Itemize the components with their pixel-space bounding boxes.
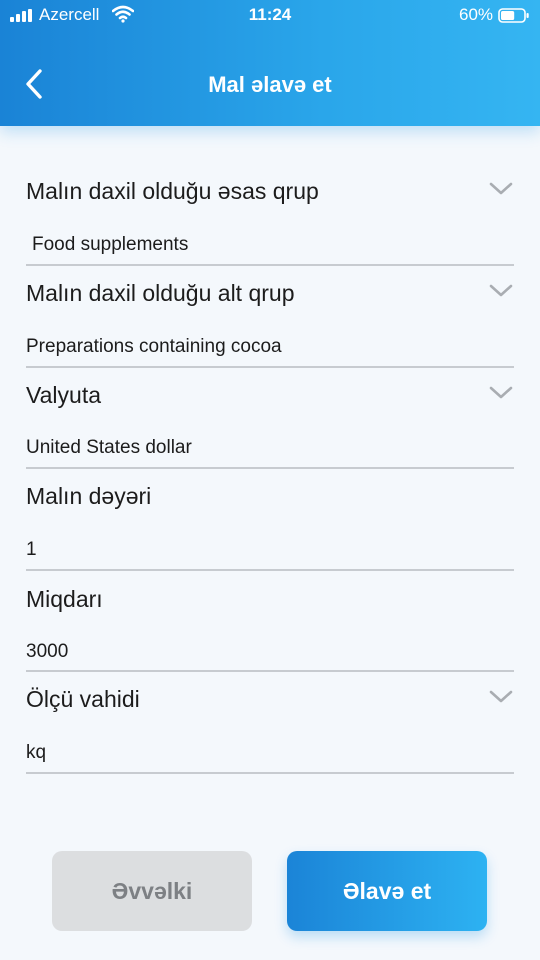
- battery-percentage: 60%: [459, 5, 494, 24]
- quantity-value[interactable]: 3000: [26, 641, 68, 663]
- sub-group-label: Malın daxil olduğu alt qrup: [26, 280, 295, 306]
- main-group-label: Malın daxil olduğu əsas qrup: [26, 178, 319, 204]
- app-header: Azercell 11:24 60% Mal əlavə et: [0, 0, 540, 126]
- price-value[interactable]: 1: [26, 539, 37, 561]
- signal-icon: [10, 9, 32, 22]
- main-group-value: Food supplements: [32, 234, 189, 255]
- previous-button-label: Əvvəlki: [111, 877, 193, 904]
- unit-value: kq: [26, 742, 47, 763]
- carrier-name: Azercell: [39, 5, 100, 24]
- chevron-down-icon: [489, 182, 513, 195]
- price-label: Malın dəyəri: [26, 483, 152, 509]
- quantity-label: Miqdarı: [26, 586, 103, 612]
- wifi-icon: [111, 5, 135, 28]
- status-time: 11:24: [248, 5, 292, 24]
- status-bar: Azercell 11:24 60%: [0, 0, 540, 30]
- chevron-down-icon: [489, 690, 513, 703]
- currency-select[interactable]: Valyuta United States dollar: [26, 382, 514, 469]
- page-title: Mal əlavə et: [208, 72, 332, 97]
- add-button-label: Əlavə et: [342, 877, 432, 904]
- sub-group-select[interactable]: Malın daxil olduğu alt qrup Preparations…: [26, 280, 514, 368]
- currency-value: United States dollar: [26, 437, 192, 458]
- main-group-select[interactable]: Malın daxil olduğu əsas qrup Food supple…: [26, 178, 514, 266]
- chevron-down-icon: [489, 386, 513, 399]
- previous-button[interactable]: Əvvəlki: [52, 851, 252, 931]
- unit-label: Ölçü vahidi: [26, 686, 140, 712]
- sub-group-value: Preparations containing cocoa: [26, 336, 282, 357]
- battery-icon: [498, 8, 530, 28]
- unit-select[interactable]: Ölçü vahidi kq: [26, 686, 514, 774]
- price-input[interactable]: Malın dəyəri 1: [26, 483, 514, 571]
- chevron-down-icon: [489, 284, 513, 297]
- quantity-input[interactable]: Miqdarı 3000: [26, 586, 514, 672]
- add-button[interactable]: Əlavə et: [287, 851, 487, 931]
- screen: Azercell 11:24 60% Mal əlavə et Malın da…: [0, 0, 540, 960]
- currency-label: Valyuta: [26, 382, 102, 408]
